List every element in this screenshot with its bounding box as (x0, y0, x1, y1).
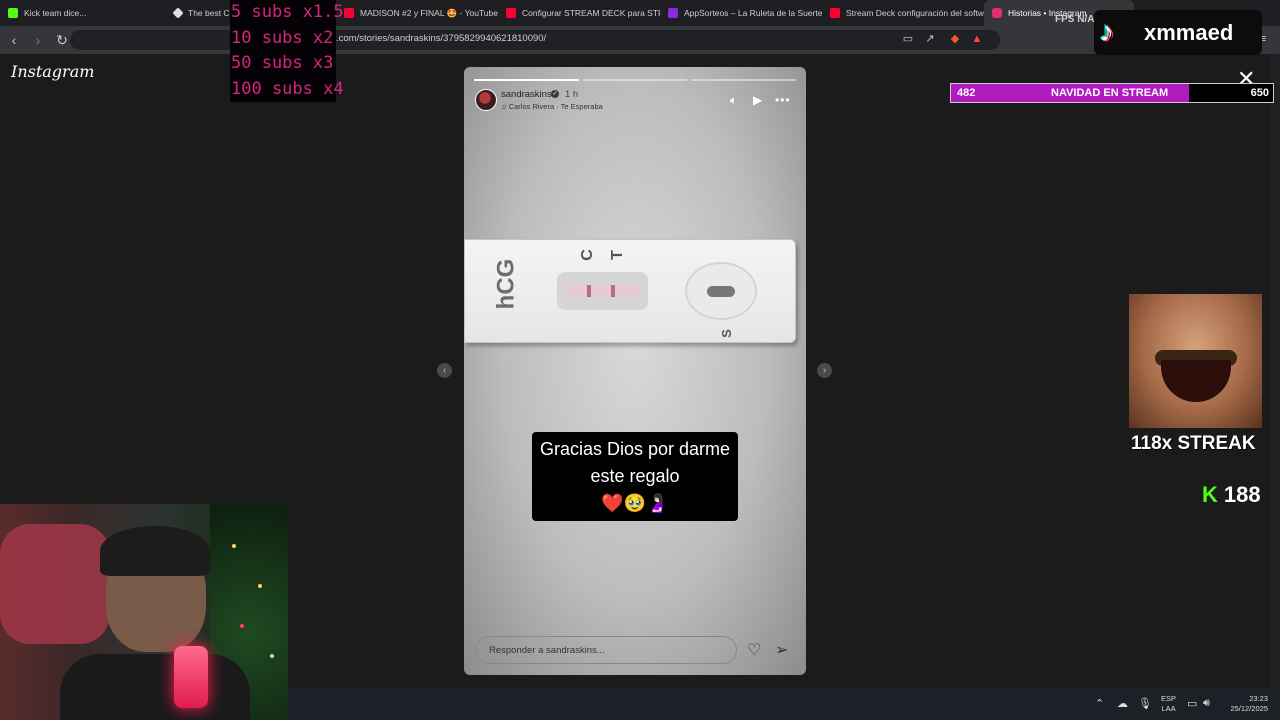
sample-well (685, 262, 757, 320)
play-icon[interactable]: ▶ (753, 93, 762, 107)
story-viewer[interactable]: sandraskins ✓ 1 h ♫ Carlos Rivera · Te E… (464, 67, 806, 675)
brave-shield-icon[interactable]: ◆ (948, 32, 962, 46)
reload-button[interactable]: ↻ (52, 30, 72, 50)
address-bar: ‹ › ↻ .com/stories/sandraskins/379582994… (0, 26, 1280, 54)
test-label-t: T (608, 250, 626, 260)
tab-youtube-config[interactable]: Stream Deck configuración del softw (822, 0, 984, 26)
tiktok-username: xmmaed (1144, 20, 1234, 45)
lang-line-1: ESP (1161, 694, 1177, 703)
control-line (587, 285, 591, 297)
verified-icon: ✓ (551, 90, 559, 98)
scrollbar[interactable] (1270, 54, 1280, 688)
mute-icon[interactable]: 🔈︎ (730, 93, 737, 108)
story-username[interactable]: sandraskins (501, 89, 552, 100)
taskbar (288, 688, 1280, 720)
kick-icon: K (1202, 482, 1218, 507)
kick-counter: K 188 (1202, 482, 1261, 508)
streak-meme-image (1129, 294, 1262, 428)
story-music[interactable]: ♫ Carlos Rivera · Te Esperaba (501, 102, 603, 111)
tab-the-best[interactable]: The best Ch (166, 0, 232, 26)
send-icon[interactable]: ➢ (775, 640, 788, 660)
tab-kick[interactable]: Kick team dice... (0, 0, 166, 26)
fps-counter: FPS N/A (1055, 14, 1095, 25)
test-label-c: C (578, 249, 596, 261)
lang-line-2: LAA (1161, 704, 1176, 713)
kick-icon (8, 8, 18, 18)
goal-target: 650 (1250, 87, 1269, 99)
reply-placeholder: Responder a sandraskins... (489, 645, 605, 656)
tab-appsorteos[interactable]: AppSorteos – La Ruleta de la Suerte (660, 0, 822, 26)
clock-date: 25/12/2025 (1230, 704, 1268, 713)
subs-multiplier-panel: 5 subs x1.5 10 subs x2 50 subs x3 100 su… (230, 0, 344, 102)
subs-line: 10 subs x2 (231, 27, 334, 48)
instagram-icon (992, 8, 1002, 18)
chevron-up-icon[interactable]: ⌃ (1095, 697, 1104, 710)
appsorteos-icon (668, 8, 678, 18)
stream-goal-bar: 482 NAVIDAD EN STREAM 650 (950, 83, 1274, 103)
clock-time: 23:23 (1249, 694, 1268, 703)
youtube-icon (506, 8, 516, 18)
caption-box: Gracias Dios por darme este regalo ❤️🥹🤰🏻 (531, 432, 739, 521)
pregnancy-test: hCG C T S (464, 239, 796, 343)
tab-youtube-madison[interactable]: MADISON #2 y FINAL 🤩 - YouTube (336, 0, 498, 26)
display-icon[interactable]: ▭ (1187, 697, 1197, 710)
system-clock[interactable]: 23:23 25/12/2025 (1226, 694, 1268, 714)
youtube-icon (344, 8, 354, 18)
tab-label: AppSorteos – La Ruleta de la Suerte (684, 8, 822, 18)
volume-icon[interactable]: 🔊︎ (1203, 697, 1210, 710)
more-options-icon[interactable]: ••• (775, 93, 791, 107)
story-music-label: Carlos Rivera · Te Esperaba (508, 102, 603, 111)
youtube-icon (830, 8, 840, 18)
caption-line-1: Gracias Dios por darme (539, 439, 731, 459)
avatar[interactable] (475, 89, 497, 111)
tiktok-badge: ♪ xmmaed (1094, 10, 1262, 55)
diamond-icon (172, 7, 184, 19)
cast-icon[interactable]: ▭ (901, 32, 915, 46)
tab-label: Kick team dice... (24, 8, 87, 18)
tab-label: Configurar STREAM DECK para STR (522, 8, 660, 18)
test-brand: hCG (492, 258, 520, 310)
test-label-s: S (718, 329, 734, 338)
tab-label: Stream Deck configuración del softw (846, 8, 984, 18)
kick-count: 188 (1223, 482, 1261, 507)
test-line (611, 285, 615, 297)
goal-current: 482 (957, 87, 976, 99)
subs-line: 50 subs x3 (231, 53, 334, 73)
test-window (557, 272, 648, 310)
story-time: 1 h (565, 89, 579, 100)
progress-segment (474, 79, 579, 81)
next-story-button[interactable]: › (817, 363, 832, 378)
tab-label: MADISON #2 y FINAL 🤩 - YouTube (360, 7, 498, 18)
language-indicator[interactable]: ESP LAA (1161, 694, 1176, 714)
streak-label: 118x STREAK (1131, 433, 1256, 454)
test-strip (565, 285, 640, 297)
goal-title: NAVIDAD EN STREAM (1051, 87, 1169, 99)
url-text: .com/stories/sandraskins/379582994062181… (336, 33, 547, 44)
subs-line: 5 subs x1.5 (231, 2, 344, 22)
progress-segment (691, 79, 797, 81)
tiktok-icon: ♪ (1100, 16, 1114, 47)
like-icon[interactable]: ♡ (747, 640, 761, 660)
cloud-icon[interactable]: ☁ (1117, 697, 1128, 710)
forward-button[interactable]: › (28, 30, 48, 50)
tab-youtube-streamdeck[interactable]: Configurar STREAM DECK para STR (498, 0, 660, 26)
share-icon[interactable]: ↗ (923, 32, 937, 46)
story-progress (474, 79, 797, 81)
story-caption: Gracias Dios por darme este regalo ❤️🥹🤰🏻 (464, 432, 806, 521)
webcam-feed (0, 504, 288, 720)
back-button[interactable]: ‹ (4, 30, 24, 50)
subs-line: 100 subs x4 (231, 78, 344, 99)
microphone-icon[interactable]: 🎙︎ (1138, 697, 1152, 710)
progress-segment (582, 79, 688, 81)
reply-input[interactable]: Responder a sandraskins... (475, 636, 737, 664)
previous-story-button[interactable]: ‹ (437, 363, 452, 378)
caption-line-2: este regalo (590, 466, 680, 486)
rewards-icon[interactable]: ▲ (970, 32, 984, 46)
caption-emoji: ❤️🥹🤰🏻 (601, 493, 669, 513)
instagram-logo[interactable]: Instagram (11, 62, 94, 81)
tab-label: The best Ch (188, 8, 232, 18)
